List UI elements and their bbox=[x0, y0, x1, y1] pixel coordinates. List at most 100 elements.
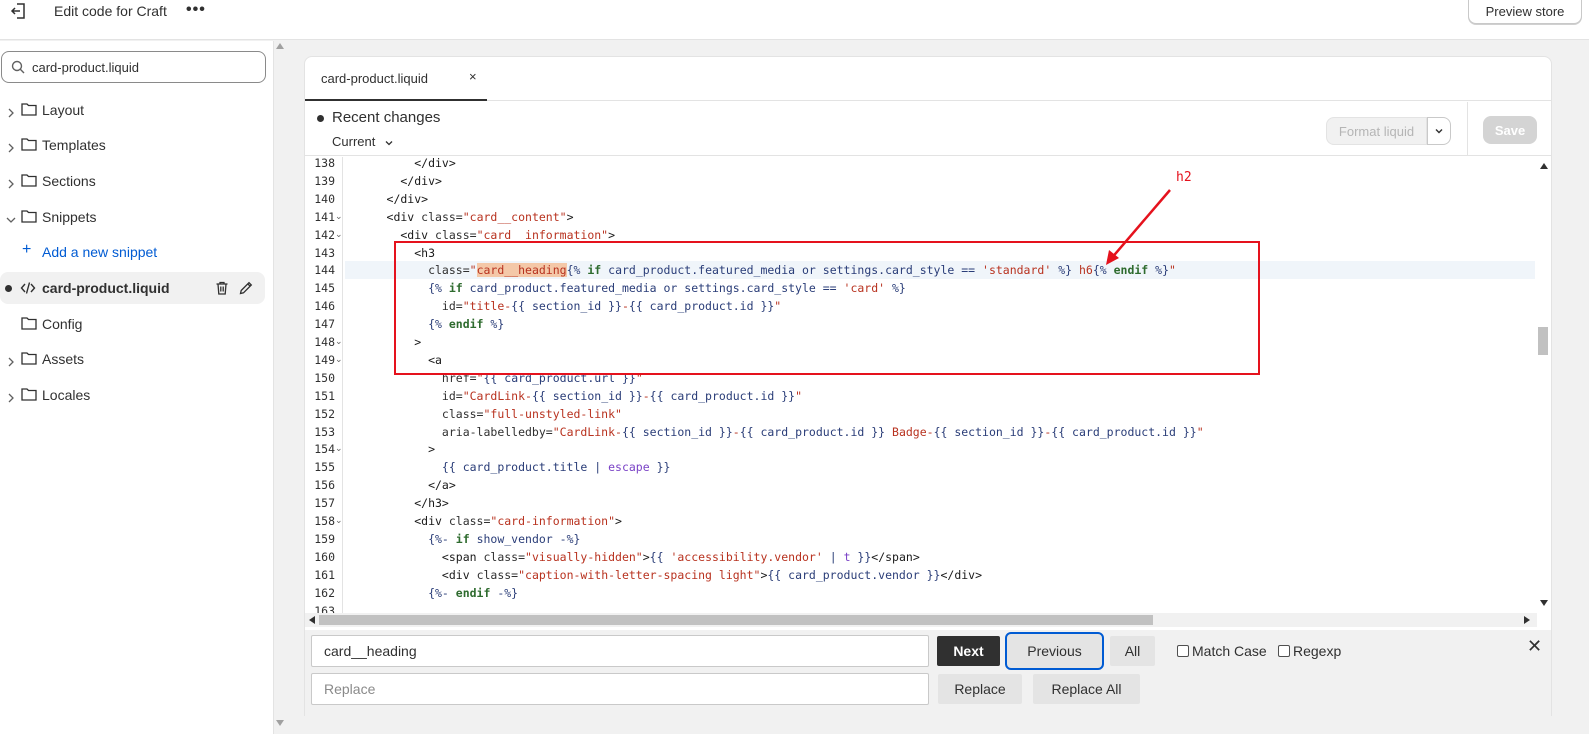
checkbox-box[interactable] bbox=[1278, 645, 1290, 657]
fold-toggle-icon[interactable]: ⌄ bbox=[335, 515, 343, 526]
code-token: Badge- bbox=[885, 424, 934, 439]
add-snippet-link[interactable]: + Add a new snippet bbox=[0, 236, 268, 268]
tab-card-product[interactable]: card-product.liquid × bbox=[305, 57, 487, 101]
regexp-label: Regexp bbox=[1293, 643, 1342, 659]
code-line[interactable]: </div> bbox=[345, 172, 1535, 190]
folder-assets[interactable]: Assets bbox=[0, 343, 268, 375]
code-token: "card-information" bbox=[490, 514, 616, 528]
line-number: 157 bbox=[314, 496, 335, 511]
format-liquid-button[interactable]: Format liquid bbox=[1326, 117, 1427, 145]
chevron-down-icon bbox=[6, 212, 16, 223]
code-line[interactable]: > bbox=[345, 440, 1535, 458]
panel-scrollbar[interactable] bbox=[274, 41, 286, 734]
chevron-right-icon bbox=[6, 105, 16, 118]
code-line[interactable]: {{ card_product.title | escape }} bbox=[345, 458, 1535, 476]
unsaved-dot bbox=[317, 115, 324, 122]
find-previous-button[interactable]: Previous bbox=[1005, 632, 1104, 670]
match-case-checkbox[interactable]: Match Case bbox=[1177, 643, 1267, 659]
code-line[interactable]: aria-labelledby="CardLink-{{ section_id … bbox=[345, 423, 1535, 441]
code-line[interactable]: </a> bbox=[345, 476, 1535, 494]
scroll-left-arrow[interactable] bbox=[309, 616, 315, 624]
code-token: <span bbox=[345, 549, 484, 564]
code-line[interactable]: </div> bbox=[345, 190, 1535, 208]
pencil-icon[interactable] bbox=[238, 280, 254, 296]
folder-locales[interactable]: Locales bbox=[0, 379, 268, 411]
find-next-button[interactable]: Next bbox=[937, 636, 1000, 666]
replace-button[interactable]: Replace bbox=[938, 674, 1022, 704]
code-line[interactable]: {%- endif -%} bbox=[345, 584, 1535, 602]
scroll-up-arrow[interactable] bbox=[276, 43, 284, 49]
regexp-checkbox[interactable]: Regexp bbox=[1278, 643, 1341, 659]
folder-sections[interactable]: Sections bbox=[0, 165, 268, 197]
line-number: 155 bbox=[314, 460, 335, 475]
version-select[interactable]: Current bbox=[332, 134, 393, 149]
replace-input[interactable] bbox=[311, 673, 929, 705]
code-line[interactable]: <span class="visually-hidden">{{ 'access… bbox=[345, 548, 1535, 566]
close-tab-icon[interactable]: × bbox=[469, 69, 477, 84]
replace-all-button[interactable]: Replace All bbox=[1033, 674, 1140, 704]
folder-icon bbox=[21, 387, 37, 401]
fold-toggle-icon[interactable]: ⌄ bbox=[335, 354, 343, 365]
line-number: 151 bbox=[314, 388, 335, 403]
folder-templates[interactable]: Templates bbox=[0, 129, 268, 161]
fold-toggle-icon[interactable]: ⌄ bbox=[335, 336, 343, 347]
code-token: </a> bbox=[345, 478, 456, 493]
version-label: Current bbox=[332, 134, 376, 149]
file-item-card-product[interactable]: card-product.liquid bbox=[0, 272, 265, 304]
code-token: | bbox=[822, 549, 844, 564]
code-line[interactable]: <div class="card__content"> bbox=[345, 208, 1535, 226]
code-token: t bbox=[843, 549, 851, 564]
chevron-right-icon bbox=[6, 140, 16, 153]
folder-snippets[interactable]: Snippets bbox=[0, 201, 268, 233]
recent-changes-title: Recent changes bbox=[332, 109, 441, 126]
panel-scroll-bottom[interactable] bbox=[274, 716, 286, 734]
add-snippet-label: Add a new snippet bbox=[42, 244, 158, 260]
format-options-button[interactable] bbox=[1427, 117, 1451, 145]
vertical-scroll-thumb[interactable] bbox=[1538, 327, 1548, 355]
code-token: </div> bbox=[940, 567, 983, 582]
more-actions-button[interactable]: ••• bbox=[186, 1, 206, 19]
code-token: {{ section_id }} bbox=[531, 388, 643, 403]
code-line[interactable]: class="full-unstyled-link" bbox=[345, 405, 1535, 423]
file-search[interactable] bbox=[1, 51, 266, 83]
code-file-icon bbox=[20, 280, 36, 296]
close-icon[interactable]: ✕ bbox=[1527, 636, 1542, 657]
find-all-button[interactable]: All bbox=[1110, 636, 1155, 666]
folder-icon bbox=[21, 102, 37, 116]
fold-toggle-icon[interactable]: ⌄ bbox=[335, 229, 343, 240]
chevron-down-icon bbox=[385, 140, 393, 145]
save-button[interactable]: Save bbox=[1483, 116, 1537, 144]
code-line[interactable]: <div class="card-information"> bbox=[345, 512, 1535, 530]
line-number: 154 bbox=[314, 442, 335, 457]
horizontal-scroll-thumb[interactable] bbox=[319, 615, 1153, 625]
code-line[interactable] bbox=[345, 602, 1535, 614]
folder-label: Assets bbox=[42, 351, 85, 367]
trash-icon[interactable] bbox=[214, 280, 230, 296]
folder-config[interactable]: Config bbox=[0, 308, 268, 340]
fold-toggle-icon[interactable]: ⌄ bbox=[335, 443, 343, 454]
preview-store-button[interactable]: Preview store bbox=[1468, 0, 1582, 24]
code-token: {%- bbox=[345, 585, 456, 600]
scroll-down-arrow[interactable] bbox=[276, 720, 284, 726]
find-input[interactable] bbox=[311, 635, 929, 667]
code-vertical-scrollbar[interactable] bbox=[1537, 157, 1551, 613]
code-line[interactable]: <div class="caption-with-letter-spacing … bbox=[345, 566, 1535, 584]
code-line[interactable]: {%- if show_vendor -%} bbox=[345, 530, 1535, 548]
exit-icon[interactable] bbox=[8, 0, 30, 22]
code-editor[interactable]: 138 139 140 141 ⌄ 142 ⌄ 143 144 145 146 147 148 ⌄ 149 ⌄… bbox=[305, 157, 1551, 613]
scroll-right-arrow[interactable] bbox=[1524, 616, 1530, 624]
code-line[interactable]: id="CardLink-{{ section_id }}-{{ card_pr… bbox=[345, 387, 1535, 405]
search-input[interactable] bbox=[32, 56, 257, 78]
code-token: > bbox=[608, 227, 616, 242]
line-number: 152 bbox=[314, 406, 335, 421]
folder-layout[interactable]: Layout bbox=[0, 94, 268, 126]
file-label: card-product.liquid bbox=[42, 280, 170, 296]
scroll-down-arrow[interactable] bbox=[1540, 600, 1548, 606]
scroll-up-arrow[interactable] bbox=[1540, 163, 1548, 169]
code-line[interactable]: </div> bbox=[345, 157, 1535, 172]
checkbox-box[interactable] bbox=[1177, 645, 1189, 657]
code-horizontal-scrollbar[interactable] bbox=[305, 613, 1537, 627]
chevron-right-icon bbox=[6, 176, 16, 189]
fold-toggle-icon[interactable]: ⌄ bbox=[335, 211, 343, 222]
code-line[interactable]: </h3> bbox=[345, 494, 1535, 512]
